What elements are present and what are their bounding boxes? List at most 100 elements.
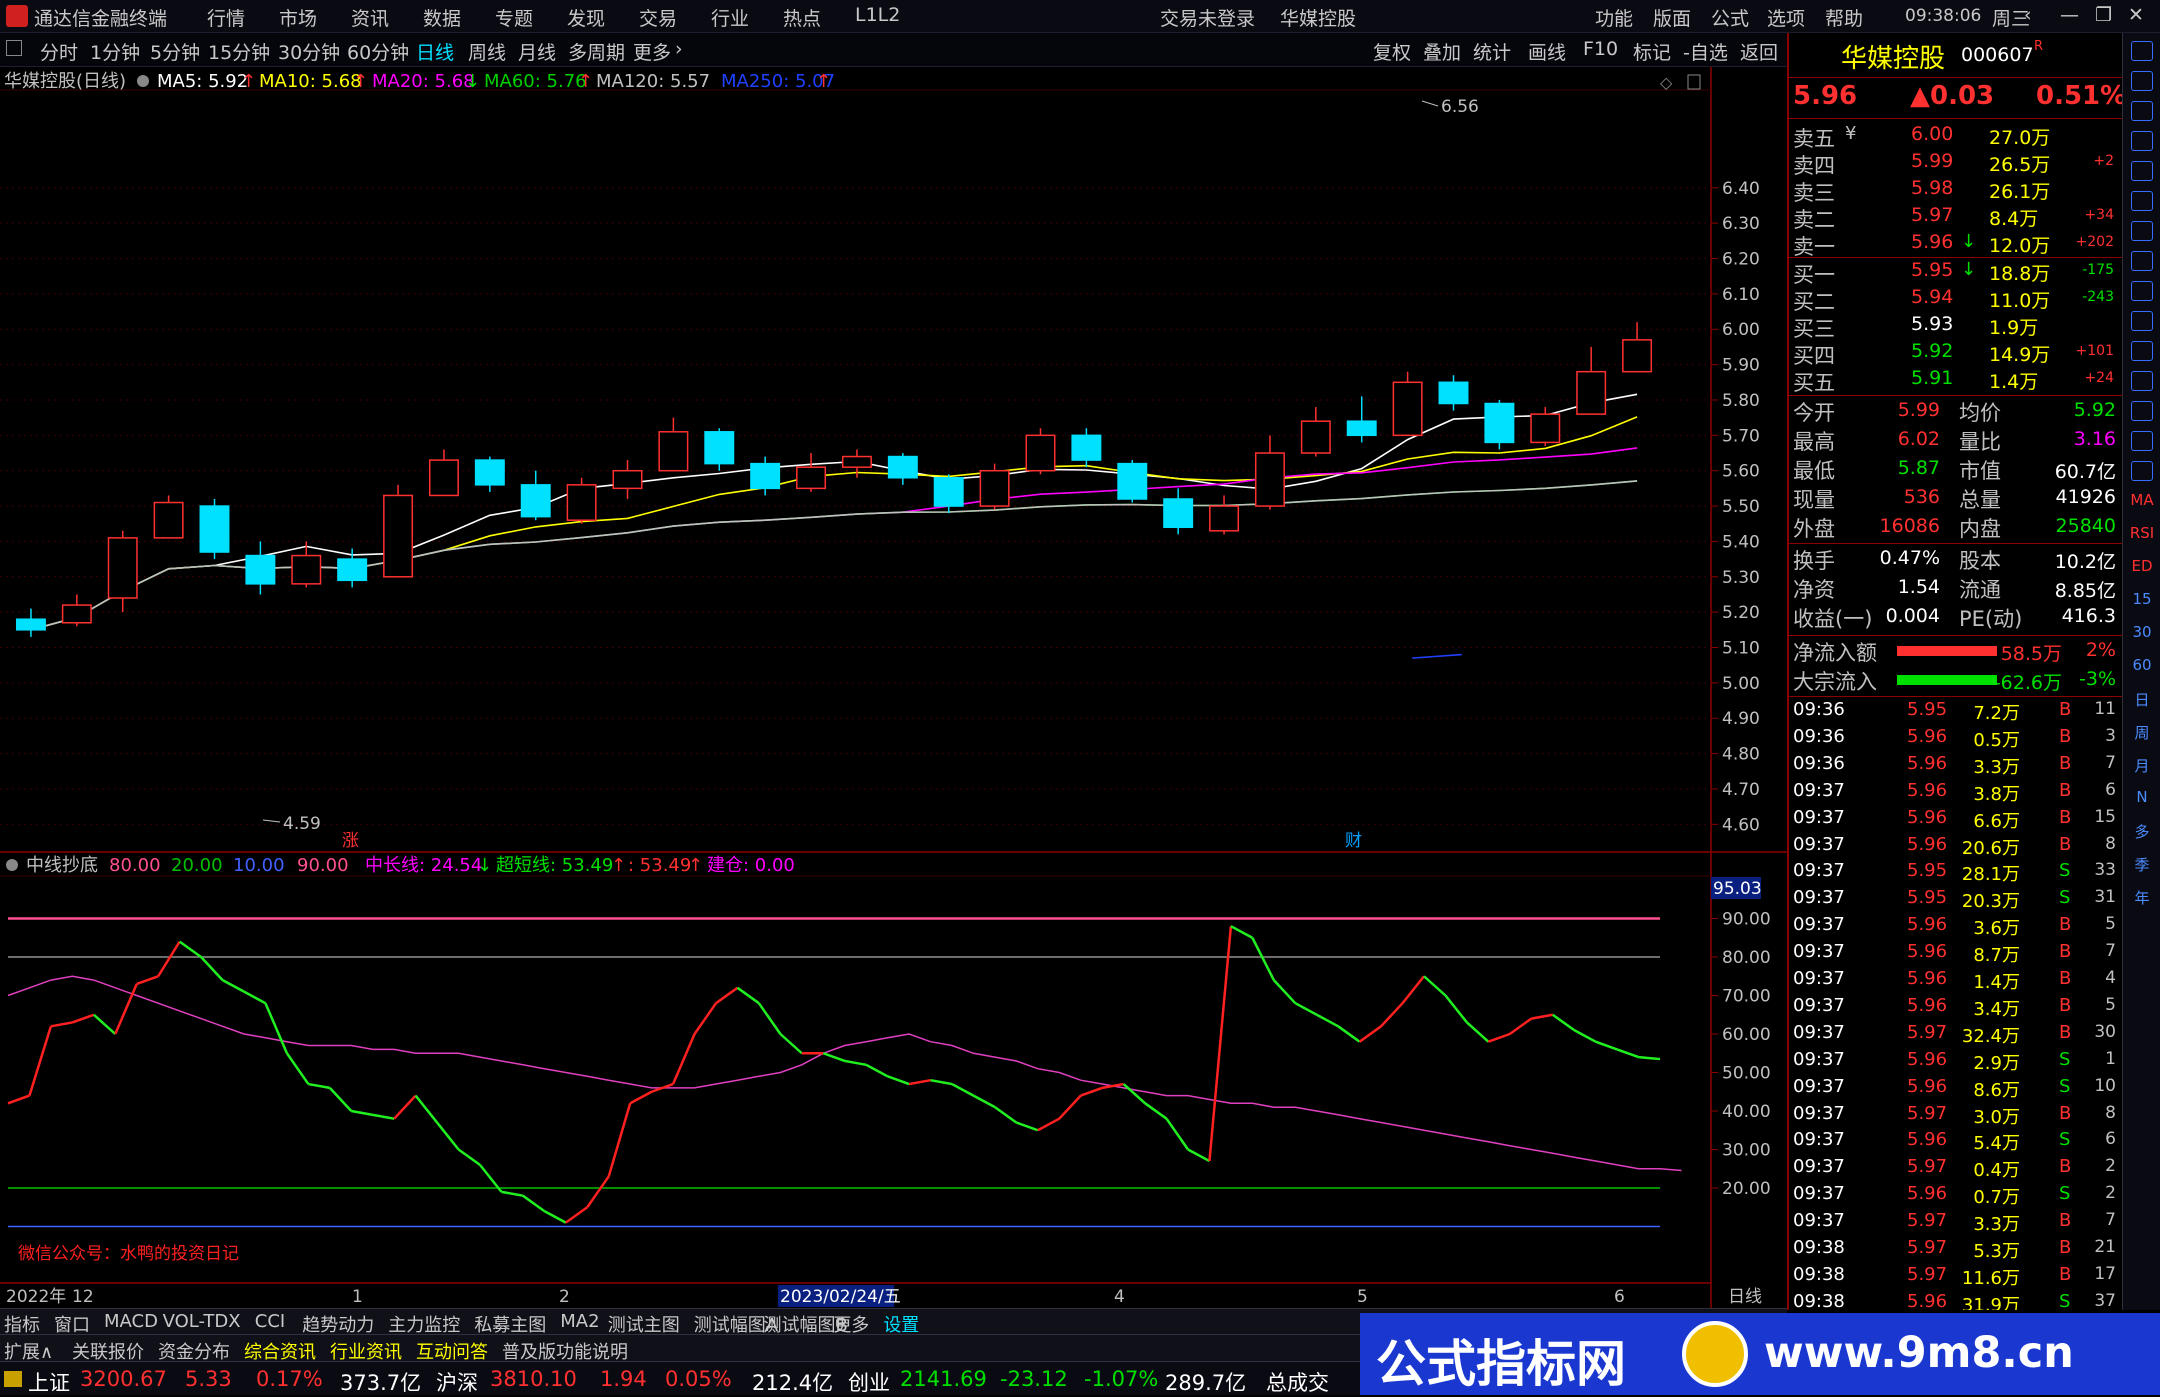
window-icon[interactable] (2131, 371, 2153, 391)
menu-item-zhuanti[interactable]: 专题 (495, 4, 533, 31)
menu-item-hangye[interactable]: 行业 (711, 4, 749, 31)
menu-item-xuanxiang[interactable]: 选项 (1767, 4, 1805, 31)
grid-icon[interactable] (2131, 161, 2153, 181)
banner-logo-icon (1682, 1321, 1748, 1387)
short-line-seg-73 (1551, 1013, 1575, 1032)
tab-more[interactable]: 更多 (633, 38, 671, 65)
btn-fanhui[interactable]: 返回 (1740, 38, 1778, 65)
tick-side-6: S (2059, 860, 2071, 882)
side-period-12[interactable]: 年 (2127, 887, 2157, 908)
menu-item-l1l2[interactable]: L1L2 (855, 4, 900, 26)
tab-1min[interactable]: 1分钟 (90, 38, 140, 65)
side-period-1[interactable]: RSI (2127, 524, 2157, 542)
settings-dot-icon[interactable] (137, 75, 149, 87)
menu-item-bangzhu[interactable]: 帮助 (1825, 4, 1863, 31)
recent-icon[interactable] (2131, 461, 2153, 481)
chart-icon[interactable] (2131, 191, 2153, 211)
tab-15min[interactable]: 15分钟 (208, 38, 270, 65)
chart-toggle-icon[interactable] (6, 40, 22, 56)
side-period-11[interactable]: 季 (2127, 854, 2157, 875)
f10-icon[interactable] (2131, 281, 2153, 301)
diamond-icon[interactable]: ◇ (1660, 73, 1673, 92)
short-line-seg-17 (351, 1109, 373, 1117)
menu-item-jiaoyi[interactable]: 交易 (639, 4, 677, 31)
back-icon[interactable]: ‹ (2024, 4, 2032, 26)
indicator-tab-4[interactable]: CCI (255, 1311, 285, 1332)
btn-fuquan[interactable]: 复权 (1373, 38, 1411, 65)
side-period-10[interactable]: 多 (2127, 821, 2157, 842)
lock-icon[interactable] (2131, 431, 2153, 451)
stat2-label-1b: 流通 (1959, 578, 2001, 602)
ad-banner[interactable]: 公式指标网 www.9m8.cn (1360, 1313, 2160, 1395)
list-icon[interactable] (2131, 131, 2153, 151)
btn-biaoji[interactable]: 标记 (1633, 38, 1671, 65)
tab-weekly[interactable]: 周线 (468, 38, 506, 65)
cai-marker: 财 (1345, 831, 1362, 851)
btn-zixuan[interactable]: -自选 (1683, 38, 1728, 65)
side-period-9[interactable]: N (2127, 788, 2157, 806)
up-arrow-icon[interactable] (2131, 41, 2153, 61)
tab-30min[interactable]: 30分钟 (278, 38, 340, 65)
candle-body-27 (1254, 452, 1285, 507)
tick-price-4: 5.96 (1907, 806, 1948, 828)
tab-60min[interactable]: 60分钟 (347, 38, 409, 65)
price-tick-17: 4.70 (1722, 780, 1760, 800)
sh-name[interactable]: 上证 (28, 1367, 70, 1397)
side-period-5[interactable]: 60 (2127, 656, 2157, 674)
menu-item-banmian[interactable]: 版面 (1653, 4, 1691, 31)
close-icon[interactable]: ✕ (2128, 4, 2144, 26)
status-icon[interactable] (4, 1371, 22, 1387)
settings-icon[interactable] (2131, 341, 2153, 361)
btn-huaxian[interactable]: 画线 (1528, 38, 1566, 65)
side-period-8[interactable]: 月 (2127, 755, 2157, 776)
chevron-right-icon[interactable]: › (675, 38, 683, 60)
menu-item-redian[interactable]: 热点 (783, 4, 821, 31)
time-axis-dec: 12 (72, 1287, 94, 1307)
tab-fenshi[interactable]: 分时 (40, 38, 78, 65)
restore-icon[interactable]: ❐ (2095, 4, 2112, 26)
pen-icon[interactable] (2131, 401, 2153, 421)
panel-toggle-icon[interactable] (1687, 74, 1701, 90)
kline-chart[interactable]: 6.40 6.30 6.20 6.10 6.00 5.90 5.80 5.70 5.60 5.50… (0, 67, 1787, 1310)
time-axis-apr: 4 (1114, 1287, 1125, 1307)
home-icon[interactable] (2131, 71, 2153, 91)
side-period-7[interactable]: 周 (2127, 722, 2157, 743)
cy-name[interactable]: 创业 (848, 1367, 890, 1397)
indicator-tab-2[interactable]: MACD (104, 1311, 158, 1332)
side-period-0[interactable]: MA (2127, 491, 2157, 509)
indicator-tab-3[interactable]: VOL-TDX (163, 1311, 241, 1332)
menu-item-shuju[interactable]: 数据 (423, 4, 461, 31)
bars-icon[interactable] (2131, 251, 2153, 271)
menu-item-hangqing[interactable]: 行情 (207, 4, 245, 31)
side-period-3[interactable]: 15 (2127, 590, 2157, 608)
menu-item-faxian[interactable]: 发现 (567, 4, 605, 31)
tab-multi-period[interactable]: 多周期 (568, 38, 625, 65)
indicator-tick-4: 50.00 (1722, 1064, 1771, 1084)
tick-time-12: 09:37 (1793, 1021, 1845, 1043)
minimize-icon[interactable]: — (2060, 4, 2079, 26)
side-period-2[interactable]: ED (2127, 557, 2157, 575)
down-arrow-icon[interactable] (2131, 101, 2153, 121)
btn-f10[interactable]: F10 (1583, 38, 1618, 60)
menu-item-gongshi[interactable]: 公式 (1711, 4, 1749, 31)
orderbook-divider (1789, 257, 2122, 258)
menu-item-gongneng[interactable]: 功能 (1595, 4, 1633, 31)
side-period-4[interactable]: 30 (2127, 623, 2157, 641)
price-tick-12: 5.20 (1722, 603, 1760, 623)
candle-icon[interactable] (2131, 221, 2153, 241)
hs-name[interactable]: 沪深 (436, 1367, 478, 1397)
tab-daily[interactable]: 日线 (416, 38, 454, 65)
login-status[interactable]: 交易未登录 (1160, 4, 1255, 31)
indicator-settings-icon[interactable] (6, 859, 18, 871)
tab-monthly[interactable]: 月线 (518, 38, 556, 65)
indicator-tab-8[interactable]: MA2 (560, 1311, 599, 1332)
btn-diejia[interactable]: 叠加 (1423, 38, 1461, 65)
stat2-value-1b: 8.85亿 (2054, 580, 2116, 602)
menu-item-zixun[interactable]: 资讯 (351, 4, 389, 31)
info-icon[interactable] (2131, 311, 2153, 331)
sell-price-3: 5.98 (1911, 177, 1954, 199)
tab-5min[interactable]: 5分钟 (150, 38, 200, 65)
btn-tongji[interactable]: 统计 (1473, 38, 1511, 65)
side-period-6[interactable]: 日 (2127, 689, 2157, 710)
menu-item-shichang[interactable]: 市场 (279, 4, 317, 31)
